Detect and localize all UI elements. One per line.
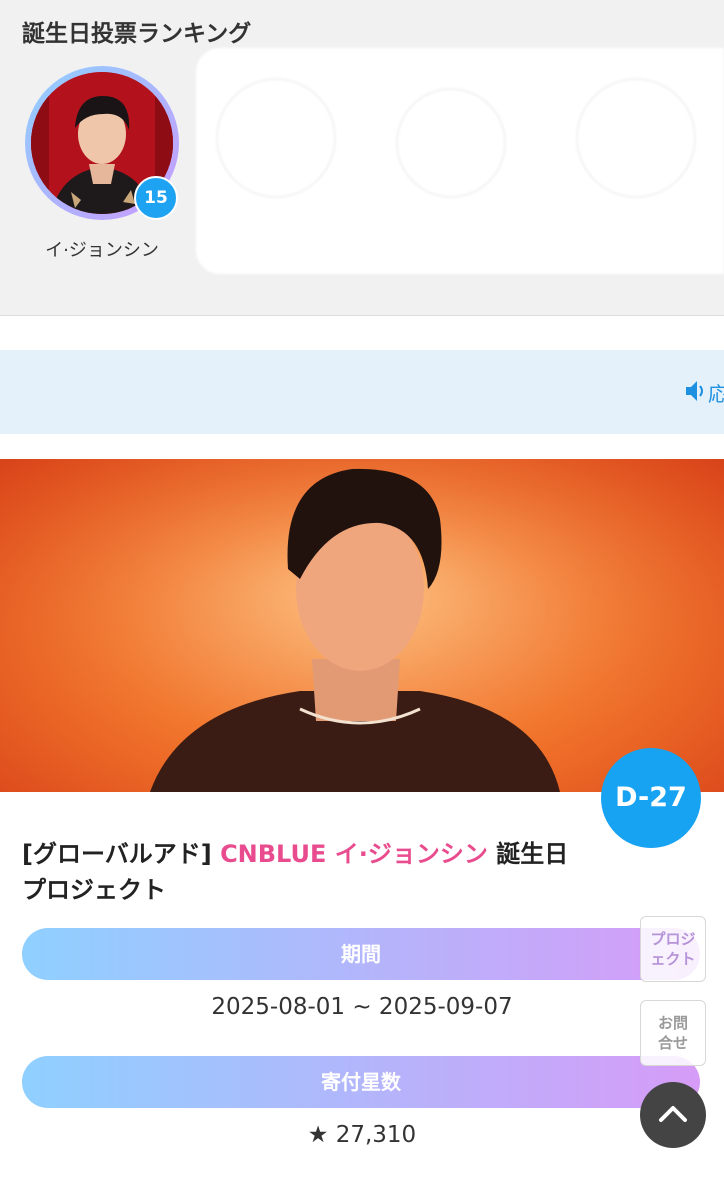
birthday-ranking-section: 誕生日投票ランキング 15 イ·ジョンシン [0,0,724,316]
ranking-item[interactable]: 15 イ·ジョンシン [22,66,182,266]
redacted-avatar-ghost [216,78,336,198]
project-title-prefix: [グローバルアド] [22,840,212,868]
redacted-avatar-ghost [576,78,696,198]
banner-portrait-image [0,459,724,792]
redacted-ranking-items [196,48,724,274]
notice-bar[interactable] [0,350,724,434]
project-title-group: CNBLUE [220,840,327,868]
ranking-title: 誕生日投票ランキング [22,21,252,47]
period-label-pill: 期間 [22,928,700,980]
d-day-badge: D-27 [601,748,701,848]
project-banner-image[interactable] [0,459,724,792]
chevron-up-icon [659,1106,687,1122]
contact-float-label-line1: お問 [657,1014,688,1032]
project-title[interactable]: [グローバルアド] CNBLUE イ·ジョンシン 誕生日プロジェクト [22,836,582,908]
rank-badge: 15 [134,176,178,220]
speaker-icon [686,381,703,401]
contact-float-label-line2: 合せ [657,1034,688,1052]
scroll-to-top-button[interactable] [640,1082,706,1148]
stars-value: ★ 27,310 [307,1122,417,1148]
redacted-avatar-ghost [396,88,506,198]
notice-text: 応 [708,382,724,406]
project-float-button[interactable]: プロジ ェクト [640,916,706,982]
project-title-member: イ·ジョンシン [334,840,488,868]
contact-float-button[interactable]: お問 合せ [640,1000,706,1066]
project-float-label-line2: ェクト [650,950,696,968]
ranking-item-name: イ·ジョンシン [45,240,159,261]
period-value: 2025-08-01 ~ 2025-09-07 [211,994,513,1020]
project-float-label-line1: プロジ [650,930,696,948]
stars-label-pill: 寄付星数 [22,1056,700,1108]
